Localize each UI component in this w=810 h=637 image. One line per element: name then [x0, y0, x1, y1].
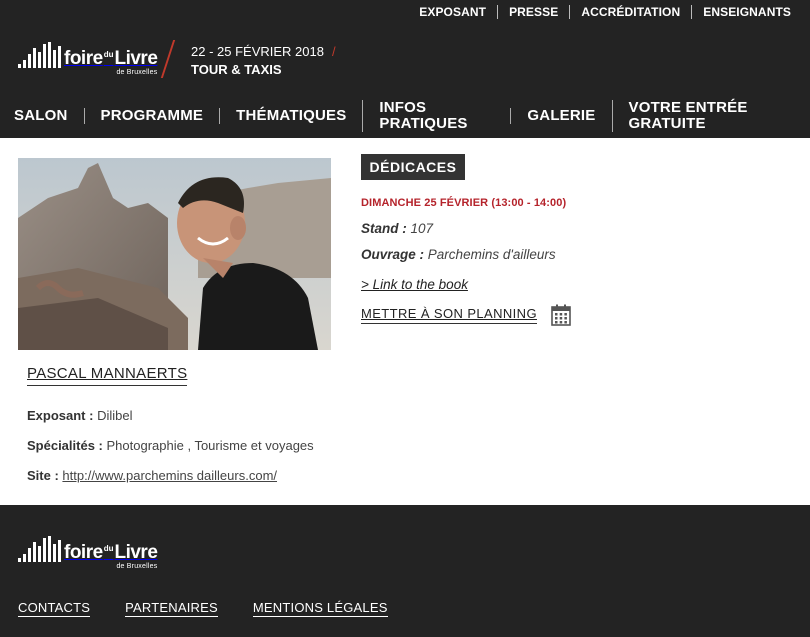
- footer-link-mentions-legales[interactable]: MENTIONS LÉGALES: [252, 600, 388, 617]
- book-link[interactable]: > Link to the book: [361, 277, 468, 292]
- top-nav-enseignants[interactable]: ENSEIGNANTS: [691, 5, 802, 19]
- footer-logo[interactable]: foireduLivre de Bruxelles: [18, 536, 158, 570]
- site-label: Site :: [27, 468, 59, 483]
- footer-link-partenaires[interactable]: PARTENAIRES: [125, 600, 218, 617]
- main-nav-salon[interactable]: SALON: [0, 108, 84, 124]
- main-nav-programme[interactable]: PROGRAMME: [83, 108, 220, 124]
- exposant-label: Exposant :: [27, 408, 94, 423]
- main-nav-thematiques[interactable]: THÉMATIQUES: [219, 108, 362, 124]
- main-nav-infos-pratiques[interactable]: INFOS PRATIQUES: [362, 100, 510, 132]
- ouvrage-label: Ouvrage :: [361, 247, 425, 262]
- add-to-planning-link[interactable]: METTRE À SON PLANNING: [361, 306, 537, 324]
- event-slash: /: [331, 44, 336, 59]
- top-nav: EXPOSANT PRESSE ACCRÉDITATION ENSEIGNANT…: [408, 5, 802, 19]
- dedicaces-tab: DÉDICACES: [361, 154, 465, 180]
- divider-slash: [160, 40, 176, 78]
- main-nav-galerie[interactable]: GALERIE: [510, 108, 611, 124]
- footer-logo-text: foireduLivre de Bruxelles: [64, 542, 158, 570]
- specialites-label: Spécialités :: [27, 438, 103, 453]
- ouvrage-line: Ouvrage : Parchemins d'ailleurs: [361, 247, 556, 262]
- event-info: 22 - 25 FÉVRIER 2018 / TOUR & TAXIS: [191, 43, 336, 79]
- top-nav-exposant[interactable]: EXPOSANT: [408, 5, 497, 19]
- event-dates: 22 - 25 FÉVRIER 2018: [191, 44, 324, 59]
- main-nav: SALON PROGRAMME THÉMATIQUES INFOS PRATIQ…: [0, 100, 810, 132]
- site-footer: foireduLivre de Bruxelles CONTACTS PARTE…: [0, 505, 810, 637]
- footer-nav: CONTACTS PARTENAIRES MENTIONS LÉGALES: [18, 600, 388, 617]
- specialites-value: Photographie , Tourisme et voyages: [106, 438, 314, 453]
- top-nav-presse[interactable]: PRESSE: [497, 5, 569, 19]
- logo-text: foireduLivre de Bruxelles: [64, 48, 158, 76]
- logo-bars-icon: [18, 42, 61, 68]
- site-header: EXPOSANT PRESSE ACCRÉDITATION ENSEIGNANT…: [0, 0, 810, 138]
- site-logo[interactable]: foireduLivre de Bruxelles: [18, 42, 158, 76]
- author-name-link[interactable]: PASCAL MANNAERTS: [27, 365, 188, 386]
- main-nav-entree-gratuite[interactable]: VOTRE ENTRÉE GRATUITE: [611, 100, 810, 132]
- specialites-line: Spécialités : Photographie , Tourisme et…: [27, 438, 314, 453]
- ouvrage-value: Parchemins d'ailleurs: [427, 247, 556, 262]
- signing-datetime: DIMANCHE 25 FÉVRIER (13:00 - 14:00): [361, 197, 567, 209]
- exposant-value: Dilibel: [97, 408, 133, 423]
- footer-logo-bars-icon: [18, 536, 61, 562]
- top-nav-accreditation[interactable]: ACCRÉDITATION: [569, 5, 691, 19]
- author-photo: [18, 158, 331, 350]
- exposant-line: Exposant : Dilibel: [27, 408, 133, 423]
- event-venue: TOUR & TAXIS: [191, 62, 282, 77]
- stand-line: Stand : 107: [361, 221, 433, 236]
- stand-label: Stand :: [361, 221, 407, 236]
- footer-link-contacts[interactable]: CONTACTS: [18, 600, 91, 617]
- stand-value: 107: [410, 221, 434, 236]
- site-line: Site : http://www.parchemins dailleurs.c…: [27, 468, 277, 483]
- site-link[interactable]: http://www.parchemins dailleurs.com/: [62, 468, 277, 483]
- calendar-icon[interactable]: [551, 304, 571, 326]
